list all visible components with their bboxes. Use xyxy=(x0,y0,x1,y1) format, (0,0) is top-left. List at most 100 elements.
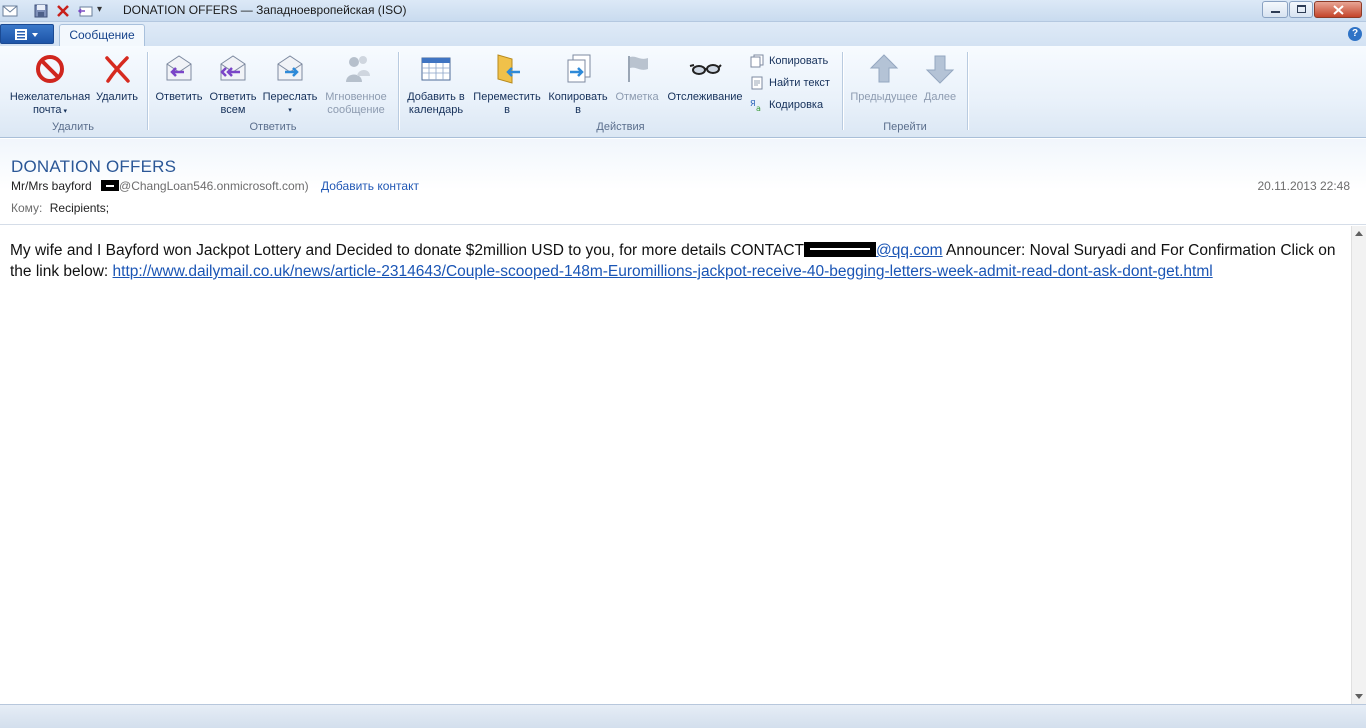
body-text-part-1: My wife and I Bayford won Jackpot Lotter… xyxy=(10,242,805,259)
delete-button[interactable]: Удалить xyxy=(93,52,141,104)
status-bar xyxy=(0,704,1366,728)
add-contact-link[interactable]: Добавить контакт xyxy=(321,179,419,193)
maximize-button[interactable] xyxy=(1289,1,1313,18)
delete-x-icon[interactable] xyxy=(55,3,71,19)
instant-message-button[interactable]: Мгновенное сообщение xyxy=(320,52,392,117)
instant-message-icon xyxy=(346,56,370,82)
next-label: Далее xyxy=(923,91,957,103)
group-label-delete: Удалить xyxy=(52,121,94,133)
junk-label-1: Нежелательная xyxy=(9,91,91,103)
sender-name[interactable]: Mr/Mrs bayford xyxy=(11,179,92,193)
junk-label-2: почта xyxy=(32,104,62,116)
move-label-1: Переместить xyxy=(473,91,541,103)
quick-access-dropdown-icon[interactable]: ▾ xyxy=(97,4,113,20)
contact-email-link[interactable]: @qq.com xyxy=(876,242,943,259)
minimize-button[interactable] xyxy=(1262,1,1288,18)
encoding-icon: Яa xyxy=(750,99,761,112)
copy-label: Копировать xyxy=(769,55,829,67)
find-text-button[interactable]: Найти текст xyxy=(750,74,830,92)
forward-icon xyxy=(277,55,303,81)
flag-icon xyxy=(628,56,648,82)
help-icon[interactable]: ? xyxy=(1348,27,1362,41)
forward-button[interactable]: Переслать ▾ xyxy=(260,52,320,117)
window-title: DONATION OFFERS — Западноевропейская (IS… xyxy=(123,3,407,17)
delete-label: Удалить xyxy=(96,91,138,103)
junk-block-icon xyxy=(36,55,64,83)
reply-quick-icon[interactable] xyxy=(77,3,93,19)
copy-to-label-1: Копировать xyxy=(548,91,608,103)
group-separator xyxy=(967,52,968,130)
menu-icon xyxy=(15,29,38,40)
svg-text:a: a xyxy=(756,104,761,112)
reply-icon xyxy=(166,55,192,81)
message-header: DONATION OFFERS Mr/Mrs bayford @ChangLoa… xyxy=(0,139,1366,225)
arrow-up-icon xyxy=(869,54,899,83)
move-to-button[interactable]: Переместить в xyxy=(470,52,544,117)
find-text-label: Найти текст xyxy=(769,77,830,89)
arrow-down-icon xyxy=(925,55,955,84)
title-bar: ▾ DONATION OFFERS — Западноевропейская (… xyxy=(0,0,1366,22)
flag-button[interactable]: Отметка xyxy=(613,52,661,104)
instant-message-label-2: сообщение xyxy=(327,104,385,116)
next-button[interactable]: Далее xyxy=(920,52,960,104)
reply-all-icon xyxy=(220,55,246,81)
to-line: Кому: Recipients; xyxy=(11,201,109,215)
find-text-icon xyxy=(751,76,763,90)
redaction-box xyxy=(101,180,120,191)
forward-label: Переслать xyxy=(262,91,318,103)
add-to-calendar-button[interactable]: Добавить в календарь xyxy=(404,52,468,117)
watch-label: Отслеживание xyxy=(667,91,743,103)
copy-to-icon xyxy=(567,54,591,83)
group-separator xyxy=(398,52,399,130)
move-label-2: в xyxy=(504,104,510,116)
reply-all-label-2: всем xyxy=(220,104,246,116)
copy-to-button[interactable]: Копировать в xyxy=(544,52,612,117)
previous-label: Предыдущее xyxy=(850,91,918,103)
close-icon xyxy=(1333,5,1344,15)
reply-label: Ответить xyxy=(155,91,203,103)
copy-icon xyxy=(750,54,764,68)
tab-message[interactable]: Сообщение xyxy=(59,24,145,46)
ribbon-tab-strip: Сообщение ? xyxy=(0,22,1366,46)
encoding-button[interactable]: Яa Кодировка xyxy=(750,96,823,114)
copy-to-label-2: в xyxy=(575,104,581,116)
add-calendar-label-2: календарь xyxy=(408,104,464,116)
chevron-down-icon: ▾ xyxy=(288,107,292,114)
group-label-actions: Действия xyxy=(596,121,645,133)
scroll-up-icon[interactable] xyxy=(1355,231,1363,236)
scroll-down-icon[interactable] xyxy=(1355,694,1363,699)
save-icon[interactable] xyxy=(33,3,49,19)
sender-line: Mr/Mrs bayford @ChangLoan546.onmicrosoft… xyxy=(11,179,309,193)
reply-all-label-1: Ответить xyxy=(209,91,257,103)
chevron-down-icon: ▾ xyxy=(61,108,68,115)
vertical-scrollbar[interactable] xyxy=(1351,226,1366,704)
move-folder-icon xyxy=(497,54,520,84)
calendar-icon xyxy=(421,57,451,81)
group-separator xyxy=(842,52,843,130)
to-label: Кому: xyxy=(11,201,43,215)
junk-mail-button[interactable]: Нежелательная почта ▾ xyxy=(5,52,95,118)
close-button[interactable] xyxy=(1314,1,1362,18)
article-link[interactable]: http://www.dailymail.co.uk/news/article-… xyxy=(113,263,1213,280)
watch-button[interactable]: Отслеживание xyxy=(663,52,747,104)
reply-all-button[interactable]: Ответить всем xyxy=(205,52,261,117)
body-text: My wife and I Bayford won Jackpot Lotter… xyxy=(10,240,1350,282)
previous-button[interactable]: Предыдущее xyxy=(848,52,920,104)
reply-button[interactable]: Ответить xyxy=(152,52,206,104)
instant-message-label-1: Мгновенное xyxy=(325,91,387,103)
to-recipients[interactable]: Recipients; xyxy=(50,201,109,215)
redaction-box xyxy=(804,242,877,257)
ribbon: Нежелательная почта ▾ Удалить Удалить От… xyxy=(0,46,1366,138)
group-label-reply: Ответить xyxy=(249,121,297,133)
group-separator xyxy=(147,52,148,130)
message-subject: DONATION OFFERS xyxy=(11,157,177,176)
flag-label: Отметка xyxy=(615,91,659,103)
glasses-icon xyxy=(689,64,722,75)
app-menu-button[interactable] xyxy=(0,24,54,44)
delete-icon xyxy=(105,56,130,83)
svg-text:Я: Я xyxy=(750,99,756,108)
message-date: 20.11.2013 22:48 xyxy=(1257,179,1350,193)
copy-button[interactable]: Копировать xyxy=(750,52,828,70)
group-label-navigate: Перейти xyxy=(883,121,927,133)
encoding-label: Кодировка xyxy=(769,99,824,111)
